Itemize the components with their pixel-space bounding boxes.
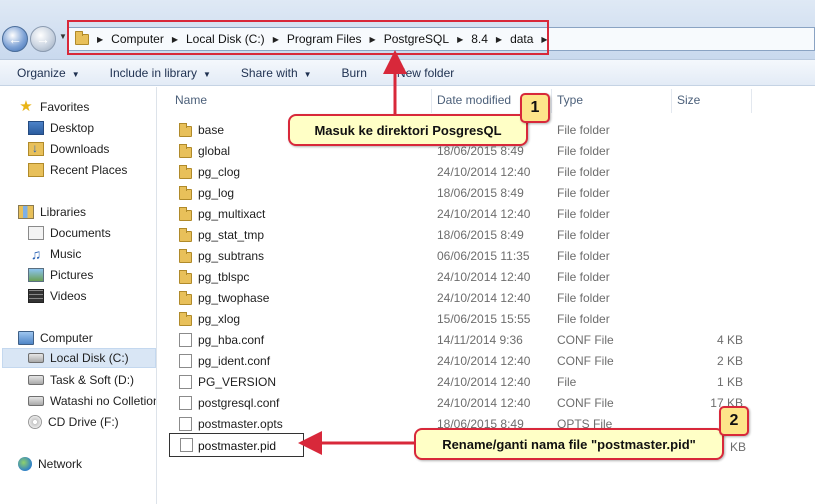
callout-step-2: Rename/ganti nama file "postmaster.pid" — [414, 428, 724, 460]
callout-step-1: Masuk ke direktori PosgresQL — [288, 114, 528, 146]
callout-2-text: Rename/ganti nama file "postmaster.pid" — [442, 436, 696, 452]
step-1-badge: 1 — [520, 93, 550, 123]
step-2-badge: 2 — [719, 406, 749, 436]
callout-1-text: Masuk ke direktori PosgresQL — [314, 122, 502, 138]
